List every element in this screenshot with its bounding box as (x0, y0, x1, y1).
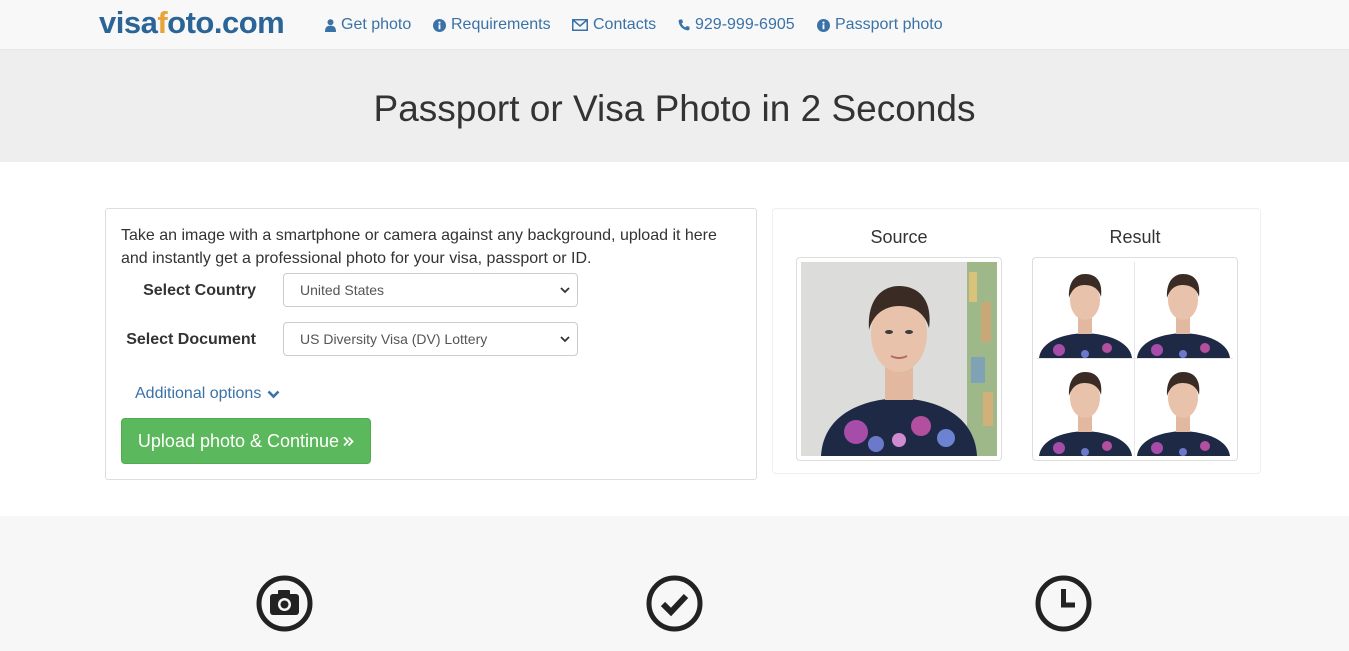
hero-banner: Passport or Visa Photo in 2 Seconds (0, 50, 1349, 162)
chevron-down-icon (267, 390, 280, 398)
country-select-value: United States (300, 282, 385, 298)
nav-passport-photo-label: Passport photo (835, 16, 943, 33)
brand-part-f: f (157, 5, 168, 40)
brand-part-visa: visa (99, 5, 158, 40)
country-select[interactable]: United States (283, 273, 578, 307)
sample-panel: Source Result (772, 208, 1261, 474)
intro-text: Take an image with a smartphone or camer… (121, 227, 717, 267)
chevron-down-icon (560, 336, 570, 343)
page-title: Passport or Visa Photo in 2 Seconds (373, 88, 976, 129)
nav-get-photo[interactable]: Get photo (325, 15, 411, 35)
nav-requirements-label: Requirements (451, 16, 551, 33)
upload-continue-button[interactable]: Upload photo & Continue (121, 418, 371, 464)
info-circle-icon (817, 18, 830, 32)
country-label: Select Country (143, 282, 256, 299)
nav-passport-photo[interactable]: Passport photo (817, 15, 943, 35)
nav-phone[interactable]: 929-999-6905 (678, 15, 795, 35)
brand-logo[interactable]: visafoto.com (99, 3, 285, 43)
nav-contacts-label: Contacts (593, 16, 657, 33)
nav-phone-label: 929-999-6905 (695, 16, 795, 33)
upload-form-panel: Take an image with a smartphone or camer… (105, 208, 757, 480)
document-select[interactable]: US Diversity Visa (DV) Lottery (283, 322, 578, 356)
brand-part-oto: oto (167, 5, 214, 40)
additional-options-toggle[interactable]: Additional options (135, 384, 280, 404)
double-chevron-right-icon (343, 436, 354, 446)
additional-options-label: Additional options (135, 385, 262, 402)
chevron-down-icon (560, 287, 570, 294)
document-select-value: US Diversity Visa (DV) Lottery (300, 331, 488, 347)
envelope-icon (572, 19, 588, 31)
upload-button-label: Upload photo & Continue (137, 430, 340, 451)
document-label: Select Document (126, 331, 256, 348)
result-photo (1032, 257, 1238, 461)
camera-icon (256, 575, 313, 632)
source-photo (796, 257, 1002, 461)
source-title: Source (870, 227, 928, 247)
nav-get-photo-label: Get photo (341, 16, 412, 33)
brand-part-tld: .com (213, 5, 285, 40)
nav-contacts[interactable]: Contacts (572, 15, 656, 35)
phone-icon (678, 19, 690, 31)
info-circle-icon (433, 18, 446, 32)
nav-requirements[interactable]: Requirements (433, 15, 551, 35)
result-title: Result (1109, 227, 1161, 247)
features-section (0, 516, 1349, 651)
clock-icon (1035, 575, 1092, 632)
check-circle-icon (646, 575, 703, 632)
navbar: visafoto.com Get photo Requirements Cont… (0, 0, 1349, 50)
user-icon (325, 18, 336, 32)
